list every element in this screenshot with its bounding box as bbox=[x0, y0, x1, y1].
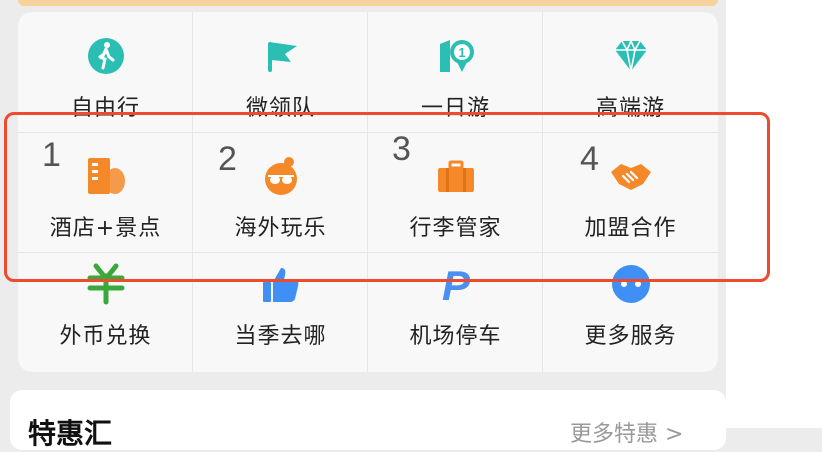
more-deals-link[interactable]: 更多特惠 > bbox=[570, 416, 683, 448]
hiking-icon bbox=[84, 34, 128, 78]
top-banner-strip bbox=[18, 0, 718, 6]
grid-item-label: 外币兑换 bbox=[59, 324, 152, 349]
diamond-icon bbox=[609, 34, 653, 78]
day-one-icon: 1 bbox=[434, 34, 478, 78]
svg-text:1: 1 bbox=[458, 45, 465, 60]
flag-icon bbox=[259, 34, 303, 78]
grid-item-label: 更多服务 bbox=[584, 324, 677, 349]
grid-item-label: 机场停车 bbox=[409, 324, 502, 349]
section-title: 特惠汇 bbox=[28, 417, 113, 450]
highlight-box bbox=[4, 112, 770, 282]
grid-item-label: 当季去哪 bbox=[234, 324, 327, 349]
